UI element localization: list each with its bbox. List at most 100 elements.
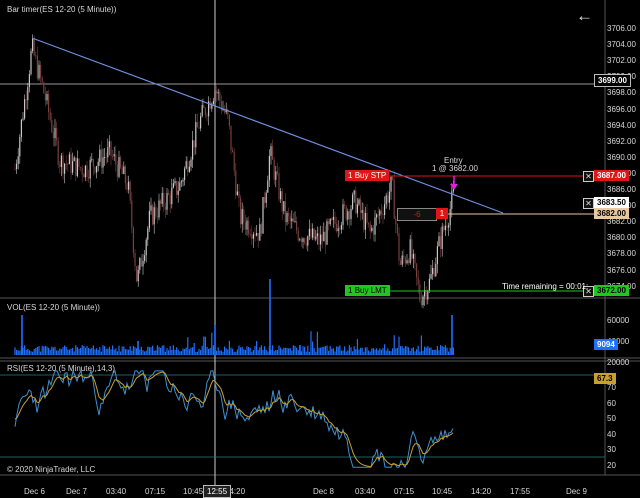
rsi-panel-title: RSI(ES 12-20 (5 Minute),14,3): [7, 364, 116, 373]
volume-bar: [38, 346, 40, 355]
candle-body: [161, 192, 163, 204]
volume-bar: [54, 346, 56, 355]
volume-bar: [228, 340, 230, 355]
candle-body: [283, 201, 285, 212]
volume-bar: [171, 349, 173, 355]
candle-body: [323, 231, 325, 242]
volume-bar: [332, 348, 334, 355]
candle-body: [115, 154, 117, 165]
volume-bar: [280, 347, 282, 355]
volume-bar: [136, 348, 138, 355]
volume-bar: [68, 349, 70, 355]
candle-body: [387, 195, 389, 203]
volume-bar: [425, 347, 427, 355]
candle-body: [60, 155, 62, 167]
candle-body: [62, 155, 64, 174]
volume-bar: [219, 350, 221, 355]
candle-body: [272, 146, 274, 160]
time-axis-tick: 10:45: [432, 487, 453, 496]
volume-bar: [115, 348, 117, 355]
volume-bar: [352, 351, 354, 355]
volume-bar: [33, 348, 35, 355]
candle-body: [436, 246, 438, 265]
volume-bar: [297, 350, 299, 355]
candle-body: [169, 194, 171, 205]
candle-body: [286, 213, 288, 223]
candle-body: [307, 236, 309, 246]
volume-bar: [232, 348, 234, 355]
volume-bar: [139, 349, 141, 355]
volume-bar: [94, 349, 96, 355]
volume-bar: [246, 346, 248, 355]
volume-bar: [16, 349, 18, 355]
volume-bar: [283, 347, 285, 355]
rsi-axis-tick: 60: [607, 398, 616, 408]
volume-bar: [78, 348, 80, 355]
volume-bar: [390, 351, 392, 355]
volume-bar: [404, 346, 406, 355]
volume-bar: [440, 345, 442, 355]
buy-stp-order[interactable]: 1 Buy STP: [345, 170, 390, 181]
close-position-button[interactable]: ✕: [583, 198, 594, 209]
volume-bar: [401, 346, 403, 355]
candle-body: [414, 254, 416, 264]
volume-bar: [348, 345, 350, 355]
volume-spike: [21, 315, 23, 355]
volume-bar: [203, 336, 205, 355]
candle-body: [65, 163, 67, 165]
volume-bar: [236, 349, 238, 355]
candle-body: [305, 242, 307, 246]
chart-canvas[interactable]: [0, 0, 640, 498]
candle-body: [422, 296, 424, 306]
position-qty-box[interactable]: 1: [436, 208, 448, 219]
volume-bar: [443, 346, 445, 355]
candle-body: [382, 213, 384, 216]
candle-body: [411, 239, 413, 259]
volume-bar: [142, 350, 144, 355]
candle-body: [379, 210, 381, 216]
volume-bar: [406, 346, 408, 355]
candle-body: [392, 176, 394, 180]
back-arrow-icon[interactable]: ←: [576, 7, 593, 25]
volume-bar: [449, 347, 451, 355]
candle-body: [92, 159, 94, 167]
volume-bar: [416, 349, 418, 355]
candle-body: [265, 192, 267, 203]
candle-body: [123, 166, 125, 174]
crosshair-price-marker: 3699.00: [594, 74, 631, 87]
candle-body: [278, 173, 280, 200]
volume-bar: [374, 349, 376, 355]
candle-body: [137, 269, 139, 282]
candle-body: [70, 154, 72, 173]
volume-bar: [393, 335, 395, 355]
volume-bar: [43, 346, 45, 355]
candle-body: [64, 163, 66, 174]
volume-bar: [350, 347, 352, 355]
time-axis-tick: 07:15: [145, 487, 166, 496]
candle-body: [256, 233, 258, 236]
candle-body: [337, 228, 339, 232]
candle-body: [86, 165, 88, 178]
candle-body: [72, 161, 74, 173]
position-pnl-box[interactable]: -6: [397, 208, 437, 221]
volume-bar: [14, 347, 16, 355]
volume-bar: [278, 345, 280, 355]
volume-bar: [249, 347, 251, 355]
candle-body: [97, 161, 99, 167]
cancel-buy-stp-button[interactable]: ✕: [583, 171, 594, 182]
volume-bar: [356, 339, 358, 355]
volume-bar: [169, 346, 171, 355]
candle-body: [320, 234, 322, 245]
candle-body: [84, 165, 86, 178]
volume-bar: [104, 346, 106, 355]
volume-bar: [120, 351, 122, 355]
volume-bar: [377, 350, 379, 355]
candle-body: [49, 112, 51, 120]
buy-lmt-order[interactable]: 1 Buy LMT: [345, 285, 390, 296]
volume-bar: [72, 347, 74, 355]
volume-bar: [265, 349, 267, 355]
candle-body: [448, 225, 450, 228]
volume-bar: [339, 345, 341, 355]
candle-body: [408, 260, 410, 264]
entry-arrow-icon: [450, 184, 458, 190]
